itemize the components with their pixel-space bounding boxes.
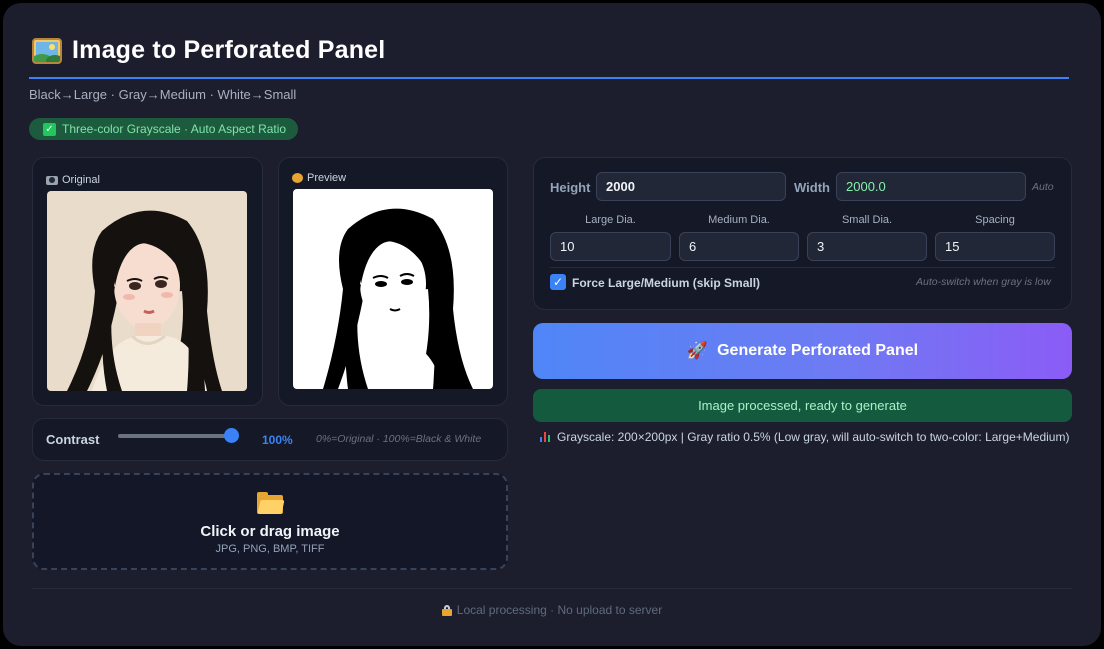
bar-chart-icon <box>540 432 551 442</box>
contrast-slider-handle[interactable] <box>224 428 239 443</box>
drop-zone-title: Click or drag image <box>200 523 340 540</box>
folder-icon <box>257 492 285 514</box>
width-auto-tag: Auto <box>1032 181 1054 193</box>
footer-divider <box>32 588 1072 589</box>
width-input[interactable]: 2000.0 <box>836 172 1026 201</box>
grayscale-info: Grayscale: 200×200px | Gray ratio 0.5% (… <box>540 430 1069 444</box>
page-title: Image to Perforated Panel <box>72 36 386 64</box>
medium-dia-label: Medium Dia. <box>708 214 770 226</box>
check-icon: ✓ <box>43 122 56 136</box>
small-dia-input[interactable]: 3 <box>807 232 927 261</box>
params-divider <box>550 267 1055 268</box>
generate-button[interactable]: 🚀 Generate Perforated Panel <box>533 323 1072 379</box>
drop-zone-formats: JPG, PNG, BMP, TIFF <box>215 543 325 555</box>
spacing-input[interactable]: 15 <box>935 232 1055 261</box>
footer-text: Local processing · No upload to server <box>456 603 663 617</box>
rocket-icon: 🚀 <box>686 341 709 360</box>
contrast-hint: 0%=Original · 100%=Black & White <box>316 433 482 445</box>
auto-switch-hint: Auto-switch when gray is low <box>916 276 1051 288</box>
force-large-medium-checkbox[interactable]: ✓ <box>550 274 566 290</box>
original-image <box>47 191 247 391</box>
image-drop-zone[interactable]: Click or drag image JPG, PNG, BMP, TIFF <box>32 473 508 570</box>
height-input[interactable]: 2000 <box>596 172 786 201</box>
page-subtitle: Black→Large · Gray→Medium · White→Small <box>29 87 297 102</box>
height-label: Height <box>550 180 591 195</box>
status-message: Image processed, ready to generate <box>533 389 1072 422</box>
original-label: Original <box>46 174 100 186</box>
force-large-medium-label[interactable]: Force Large/Medium (skip Small) <box>572 276 760 290</box>
picture-icon <box>32 37 62 64</box>
palette-icon <box>292 173 303 183</box>
mode-badge-label: Three-color Grayscale · Auto Aspect Rati… <box>62 122 287 136</box>
medium-dia-input[interactable]: 6 <box>679 232 799 261</box>
title-divider <box>29 77 1069 79</box>
original-label-text: Original <box>62 174 100 186</box>
contrast-label: Contrast <box>46 432 100 447</box>
contrast-value: 100% <box>262 433 293 447</box>
preview-image <box>293 189 493 389</box>
lock-icon <box>441 604 452 616</box>
mode-badge: ✓ Three-color Grayscale · Auto Aspect Ra… <box>29 118 299 140</box>
contrast-slider[interactable] <box>118 434 235 438</box>
grayscale-info-text: Grayscale: 200×200px | Gray ratio 0.5% (… <box>557 430 1070 444</box>
generate-button-label: Generate Perforated Panel <box>717 342 919 359</box>
width-label: Width <box>794 180 830 195</box>
camera-icon <box>46 175 58 185</box>
footer: Local processing · No upload to server <box>0 603 1104 617</box>
header: Image to Perforated Panel <box>32 36 385 65</box>
preview-label: Preview <box>292 172 346 184</box>
large-dia-label: Large Dia. <box>585 214 636 226</box>
spacing-label: Spacing <box>975 214 1015 226</box>
small-dia-label: Small Dia. <box>841 214 893 226</box>
preview-label-text: Preview <box>307 172 347 184</box>
large-dia-input[interactable]: 10 <box>550 232 671 261</box>
